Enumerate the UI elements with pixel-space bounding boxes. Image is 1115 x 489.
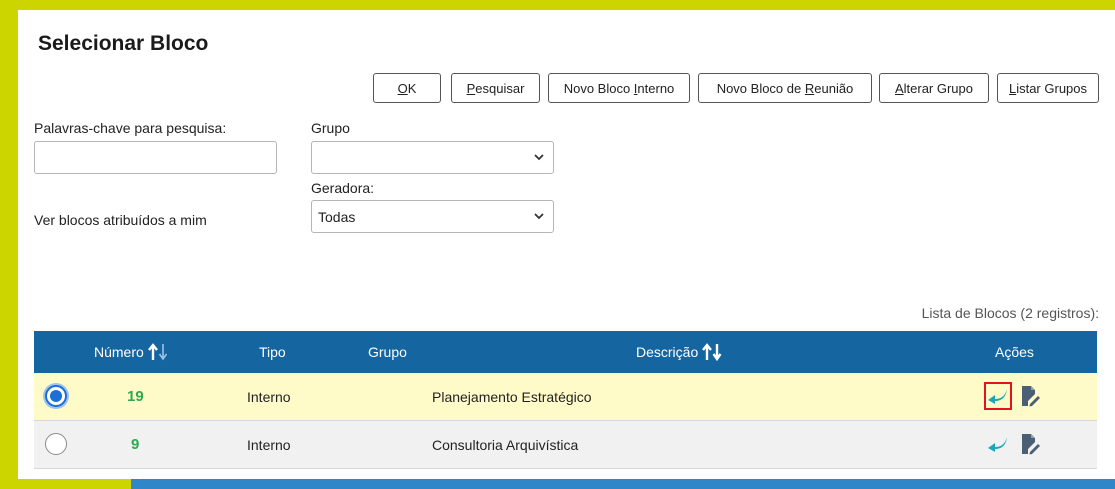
ok-accesskey: O bbox=[397, 80, 408, 96]
row-select-radio[interactable] bbox=[45, 385, 67, 407]
return-arrow-icon bbox=[988, 437, 1007, 452]
header-numero[interactable]: Número bbox=[94, 331, 169, 373]
bottom-frame-bar-accent bbox=[0, 479, 131, 489]
edit-document-icon bbox=[1022, 434, 1040, 455]
row-tipo: Interno bbox=[247, 388, 291, 405]
novo-interno-label-pre: Novo Bloco bbox=[563, 80, 634, 96]
edit-block-button[interactable] bbox=[1016, 382, 1044, 410]
novo-reuniao-accesskey: R bbox=[804, 80, 815, 96]
pesquisar-button[interactable]: Pesquisar bbox=[451, 73, 540, 103]
table-row[interactable]: 9 Interno Consultoria Arquivística bbox=[34, 421, 1097, 469]
table-row[interactable]: 19 Interno Planejamento Estratégico bbox=[34, 373, 1097, 421]
sort-arrows-icon[interactable] bbox=[701, 342, 723, 362]
chevron-down-icon bbox=[534, 213, 544, 220]
header-descricao[interactable]: Descrição bbox=[636, 331, 723, 373]
header-grupo: Grupo bbox=[368, 344, 407, 360]
novo-reuniao-label: eunião bbox=[814, 80, 854, 96]
keywords-label: Palavras-chave para pesquisa: bbox=[34, 120, 227, 136]
grupo-label: Grupo bbox=[311, 120, 350, 136]
table-header: Número Tipo Grupo Descrição Ações bbox=[34, 331, 1097, 373]
ok-button[interactable]: OK bbox=[373, 73, 441, 103]
keywords-input[interactable] bbox=[34, 141, 277, 174]
page-title: Selecionar Bloco bbox=[38, 32, 209, 55]
alterar-grupo-button[interactable]: Alterar Grupo bbox=[879, 73, 989, 103]
grupo-select[interactable] bbox=[311, 141, 554, 174]
geradora-label: Geradora: bbox=[311, 180, 375, 196]
sort-arrows-icon[interactable] bbox=[147, 342, 169, 362]
row-descricao: Planejamento Estratégico bbox=[432, 388, 592, 405]
header-acoes: Ações bbox=[995, 344, 1034, 360]
assigned-to-me-link[interactable]: Ver blocos atribuídos a mim bbox=[34, 212, 207, 228]
row-select-radio[interactable] bbox=[45, 433, 67, 455]
row-numero[interactable]: 9 bbox=[131, 421, 139, 468]
header-descricao-label: Descrição bbox=[636, 344, 699, 360]
novo-reuniao-label-pre: Novo Bloco de bbox=[716, 80, 805, 96]
return-block-button[interactable] bbox=[984, 382, 1012, 410]
listar-grupos-button[interactable]: Listar Grupos bbox=[997, 73, 1099, 103]
geradora-select-value: Todas bbox=[318, 208, 356, 225]
listar-grupos-label: istar Grupos bbox=[1016, 80, 1088, 96]
return-arrow-icon bbox=[988, 389, 1007, 404]
blocks-table: Número Tipo Grupo Descrição Ações 19 Int… bbox=[34, 331, 1097, 469]
bottom-frame-bar-blue bbox=[131, 479, 1115, 489]
geradora-select[interactable]: Todas bbox=[311, 200, 554, 233]
list-caption: Lista de Blocos (2 registros): bbox=[921, 305, 1099, 321]
row-tipo: Interno bbox=[247, 436, 291, 453]
edit-document-icon bbox=[1022, 386, 1040, 407]
top-frame-bar bbox=[0, 0, 1115, 10]
pesquisar-label: esquisar bbox=[475, 80, 525, 96]
edit-block-button[interactable] bbox=[1016, 430, 1044, 458]
ok-label: K bbox=[407, 80, 417, 96]
novo-interno-label: nterno bbox=[637, 80, 675, 96]
listar-grupos-accesskey: L bbox=[1008, 80, 1017, 96]
novo-bloco-reuniao-button[interactable]: Novo Bloco de Reunião bbox=[698, 73, 872, 103]
left-frame-bar bbox=[0, 0, 18, 489]
pesquisar-accesskey: P bbox=[466, 80, 476, 96]
return-block-button[interactable] bbox=[984, 430, 1012, 458]
novo-bloco-interno-button[interactable]: Novo Bloco Interno bbox=[548, 73, 690, 103]
chevron-down-icon bbox=[534, 154, 544, 161]
header-numero-label: Número bbox=[94, 344, 144, 360]
row-descricao: Consultoria Arquivística bbox=[432, 436, 579, 453]
header-tipo: Tipo bbox=[259, 344, 286, 360]
alterar-grupo-label: lterar Grupo bbox=[903, 80, 974, 96]
row-numero[interactable]: 19 bbox=[127, 373, 144, 420]
alterar-grupo-accesskey: A bbox=[894, 80, 904, 96]
